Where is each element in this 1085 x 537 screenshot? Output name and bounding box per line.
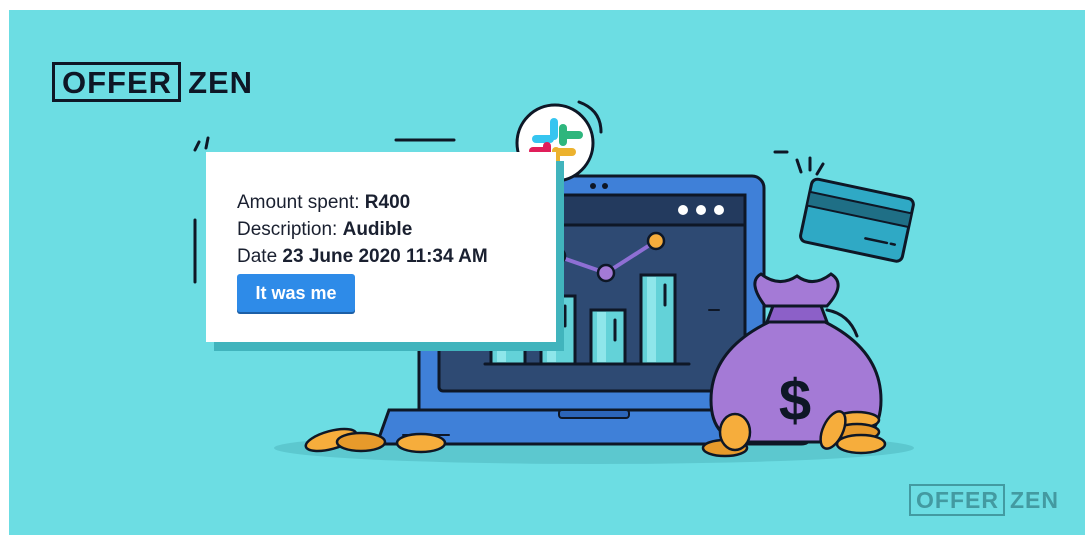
it-was-me-button[interactable]: It was me bbox=[237, 274, 355, 312]
amount-label: Amount spent: bbox=[237, 192, 365, 213]
date-line: Date 23 June 2020 11:34 AM bbox=[237, 246, 488, 268]
dollar-sign-icon: $ bbox=[779, 368, 811, 433]
description-value: Audible bbox=[342, 219, 413, 240]
description-line: Description: Audible bbox=[237, 219, 412, 241]
watermark-plain-text: ZEN bbox=[1009, 486, 1059, 513]
line-marker bbox=[596, 263, 616, 283]
brand-logo: OFFER ZEN bbox=[52, 61, 253, 103]
hero-banner: $ OFFER ZEN Amount spent: R400 Descripti… bbox=[9, 10, 1085, 535]
notification-card: Amount spent: R400 Description: Audible … bbox=[206, 152, 556, 342]
chart-bar-highlight bbox=[597, 312, 606, 362]
credit-card-icon bbox=[799, 177, 915, 263]
logo-plain-text: ZEN bbox=[188, 64, 254, 100]
line-marker bbox=[646, 231, 666, 251]
watermark-logo: OFFER ZEN bbox=[909, 483, 1059, 517]
amount-line: Amount spent: R400 bbox=[237, 192, 410, 214]
chart-bar bbox=[589, 308, 627, 366]
date-value: 23 June 2020 11:34 AM bbox=[282, 246, 488, 267]
date-label: Date bbox=[237, 246, 283, 267]
watermark-boxed-text: OFFER bbox=[909, 484, 1005, 516]
chart-bar bbox=[639, 273, 677, 366]
amount-value: R400 bbox=[364, 192, 411, 213]
description-label: Description: bbox=[237, 219, 343, 240]
logo-boxed-text: OFFER bbox=[52, 62, 182, 102]
chart-bar-highlight bbox=[647, 277, 656, 362]
